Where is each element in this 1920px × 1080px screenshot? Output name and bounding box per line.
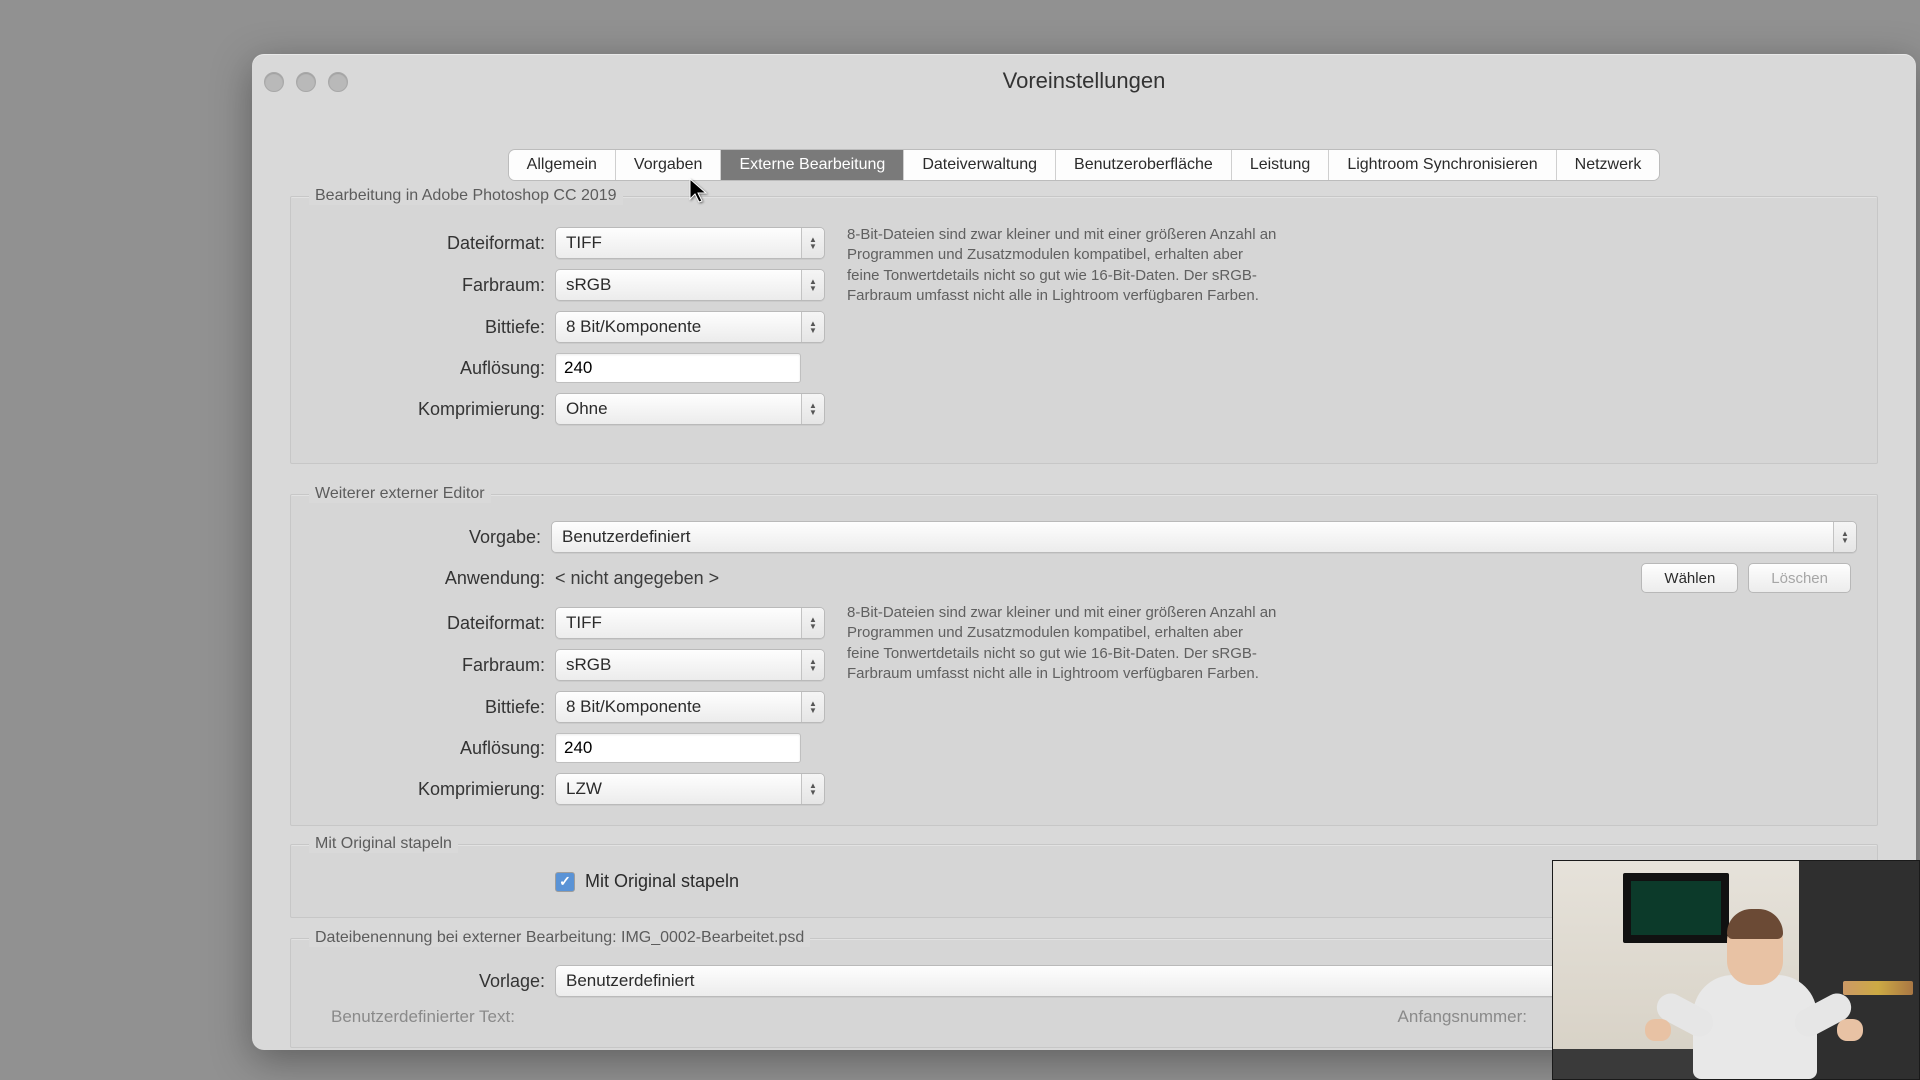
fileformat-label: Dateiformat:	[311, 233, 555, 254]
window-title: Voreinstellungen	[252, 68, 1916, 94]
bitdepth-select[interactable]: 8 Bit/Komponente▲▼	[555, 691, 825, 723]
titlebar: Voreinstellungen	[252, 54, 1916, 116]
tab-netzwerk[interactable]: Netzwerk	[1557, 150, 1660, 180]
tab-dateiverwaltung[interactable]: Dateiverwaltung	[904, 150, 1056, 180]
bitdepth-label: Bittiefe:	[311, 317, 555, 338]
tab-allgemein[interactable]: Allgemein	[509, 150, 616, 180]
fileformat-label: Dateiformat:	[311, 613, 555, 634]
compression-select[interactable]: Ohne▲▼	[555, 393, 825, 425]
colorspace-label: Farbraum:	[311, 655, 555, 676]
tab-leistung[interactable]: Leistung	[1232, 150, 1330, 180]
compression-select[interactable]: LZW▲▼	[555, 773, 825, 805]
help-text: 8-Bit-Dateien sind zwar kleiner und mit …	[847, 603, 1277, 684]
section-legend: Bearbeitung in Adobe Photoshop CC 2019	[309, 187, 623, 205]
colorspace-label: Farbraum:	[311, 275, 555, 296]
preset-select[interactable]: Benutzerdefiniert▲▼	[551, 521, 1857, 553]
updown-icon: ▲▼	[801, 692, 824, 722]
application-label: Anwendung:	[311, 568, 555, 589]
resolution-input[interactable]	[555, 353, 801, 383]
tab-lightroom-synchronisieren[interactable]: Lightroom Synchronisieren	[1329, 150, 1556, 180]
custom-text-label: Benutzerdefinierter Text:	[331, 1007, 515, 1027]
section-legend: Weiterer externer Editor	[309, 485, 491, 503]
section-legend: Mit Original stapeln	[309, 835, 458, 853]
section-legend: Dateibenennung bei externer Bearbeitung:…	[309, 929, 810, 947]
updown-icon: ▲▼	[801, 228, 824, 258]
updown-icon: ▲▼	[801, 608, 824, 638]
tab-externe-bearbeitung[interactable]: Externe Bearbeitung	[721, 150, 904, 180]
updown-icon: ▲▼	[801, 650, 824, 680]
tab-benutzeroberfläche[interactable]: Benutzeroberfläche	[1056, 150, 1232, 180]
resolution-input[interactable]	[555, 733, 801, 763]
preset-label: Vorgabe:	[311, 527, 551, 548]
updown-icon: ▲▼	[801, 312, 824, 342]
choose-button[interactable]: Wählen	[1641, 563, 1738, 593]
fileformat-select[interactable]: TIFF▲▼	[555, 607, 825, 639]
section-external-editor: Weiterer externer Editor Vorgabe: Benutz…	[290, 494, 1878, 826]
colorspace-select[interactable]: sRGB▲▼	[555, 269, 825, 301]
stack-checkbox-label: Mit Original stapeln	[585, 871, 739, 892]
clear-button[interactable]: Löschen	[1748, 563, 1851, 593]
template-select[interactable]: Benutzerdefiniert▲▼	[555, 965, 1595, 997]
section-photoshop-editing: Bearbeitung in Adobe Photoshop CC 2019 D…	[290, 196, 1878, 464]
start-number-label: Anfangsnummer:	[1398, 1007, 1527, 1027]
updown-icon: ▲▼	[801, 774, 824, 804]
fileformat-select[interactable]: TIFF▲▼	[555, 227, 825, 259]
stack-checkbox[interactable]: ✓	[555, 872, 575, 892]
resolution-label: Auflösung:	[311, 738, 555, 759]
updown-icon: ▲▼	[801, 270, 824, 300]
colorspace-select[interactable]: sRGB▲▼	[555, 649, 825, 681]
updown-icon: ▲▼	[1833, 522, 1856, 552]
tab-vorgaben[interactable]: Vorgaben	[616, 150, 722, 180]
bitdepth-select[interactable]: 8 Bit/Komponente▲▼	[555, 311, 825, 343]
help-text: 8-Bit-Dateien sind zwar kleiner und mit …	[847, 225, 1277, 306]
webcam-overlay	[1552, 860, 1920, 1080]
resolution-label: Auflösung:	[311, 358, 555, 379]
template-label: Vorlage:	[311, 971, 555, 992]
application-value: < nicht angegeben >	[555, 568, 719, 589]
bitdepth-label: Bittiefe:	[311, 697, 555, 718]
compression-label: Komprimierung:	[311, 399, 555, 420]
updown-icon: ▲▼	[801, 394, 824, 424]
tab-bar: AllgemeinVorgabenExterne BearbeitungDate…	[252, 150, 1916, 180]
compression-label: Komprimierung:	[311, 779, 555, 800]
